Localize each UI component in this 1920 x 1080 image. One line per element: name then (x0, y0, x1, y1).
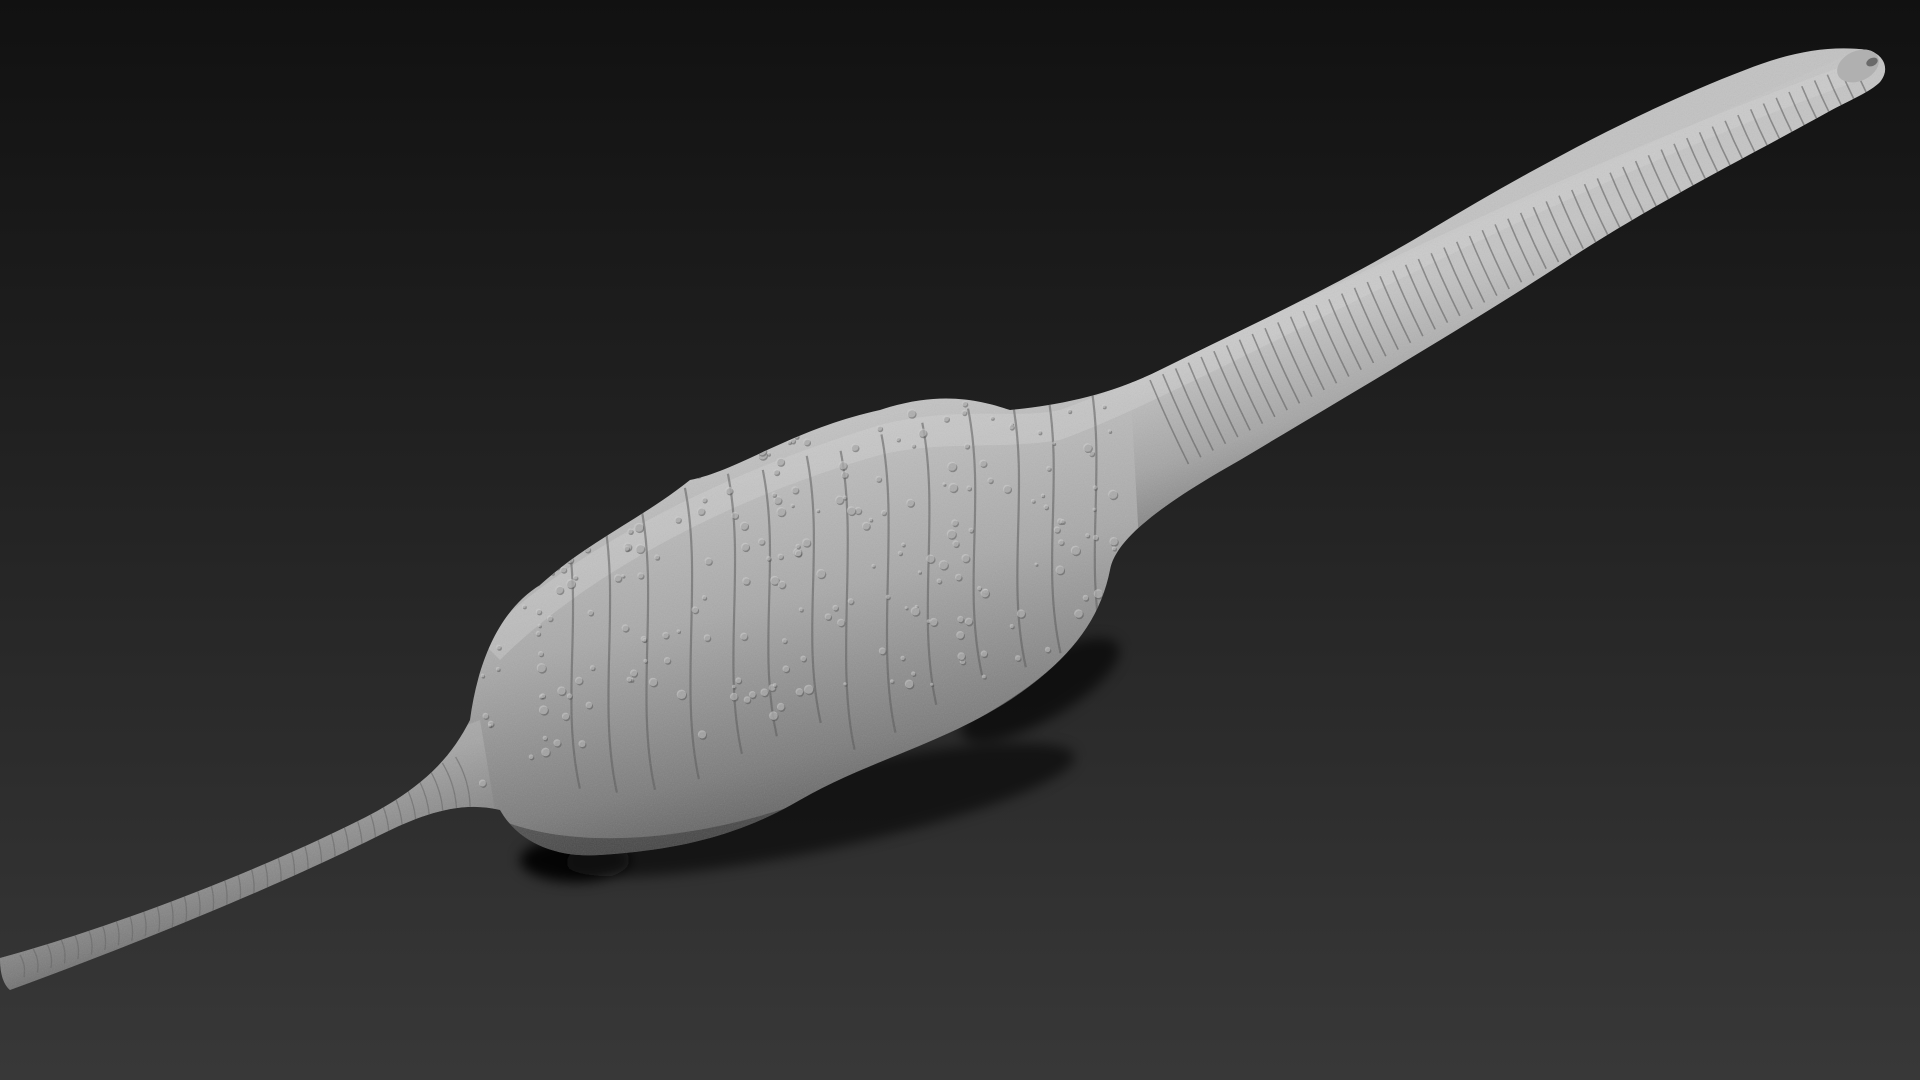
sculpt-render (0, 0, 1920, 1080)
sculpt-viewport[interactable] (0, 0, 1920, 1080)
